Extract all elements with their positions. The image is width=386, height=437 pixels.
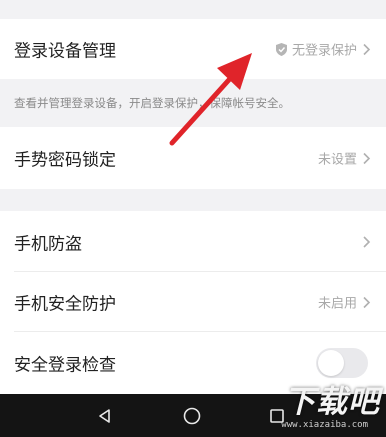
safe-login-check-label: 安全登录检查 [14,355,116,376]
back-icon [99,408,110,423]
gesture-lock-status-text: 未设置 [317,152,357,168]
gesture-lock-status: 未设置 [318,149,372,168]
login-devices-status: 无登录保护 [275,40,372,59]
section-gap [0,189,386,211]
top-gap [0,0,386,19]
shield-icon [275,42,287,56]
home-icon [183,407,201,424]
chevron-right-icon [363,152,371,164]
phone-security-status-text: 未启用 [317,296,357,312]
gesture-lock-label: 手势密码锁定 [14,150,116,171]
row-phone-security[interactable]: 手机安全防护 未启用 [0,272,386,332]
chevron-right-icon [363,43,371,55]
phone-security-label: 手机安全防护 [14,294,116,315]
home-button[interactable] [172,394,212,437]
row-login-devices[interactable]: 登录设备管理 无登录保护 [0,19,386,79]
toggle-knob [318,350,344,376]
phone-antitheft-right [361,235,372,249]
chevron-right-icon [363,296,371,308]
login-devices-desc-text: 查看并管理登录设备，开启登录保护，保障帐号安全。 [14,96,290,110]
watermark-logo: 下载吧 [284,384,380,420]
login-devices-label: 登录设备管理 [14,41,116,62]
watermark-url: www.xiazaiba.com [281,420,368,430]
back-button[interactable] [85,394,125,437]
safe-login-check-toggle[interactable] [316,348,368,378]
login-devices-status-text: 无登录保护 [291,43,357,59]
login-devices-description: 查看并管理登录设备，开启登录保护，保障帐号安全。 [0,79,386,127]
phone-antitheft-label: 手机防盗 [14,234,82,254]
chevron-right-icon [363,235,371,248]
phone-security-status: 未启用 [318,293,372,312]
row-phone-antitheft[interactable]: 手机防盗 [0,211,386,272]
row-gesture-lock[interactable]: 手势密码锁定 未设置 [0,127,386,189]
